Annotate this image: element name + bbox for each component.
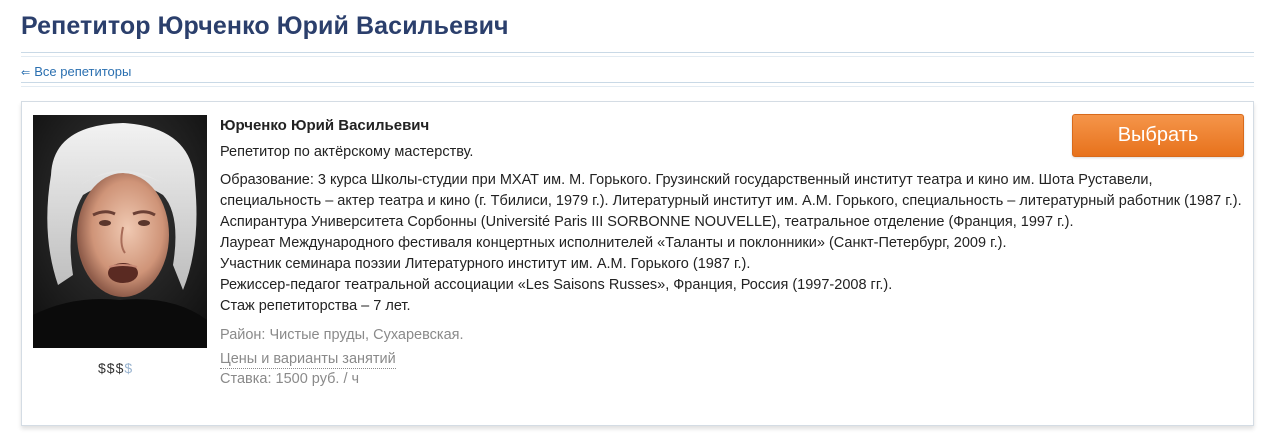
divider (21, 56, 1254, 57)
tutor-photo[interactable] (33, 115, 207, 348)
bio-director: Режиссер-педагог театральной ассоциации … (220, 277, 893, 293)
all-tutors-link[interactable]: ⇐ Все репетиторы (21, 64, 131, 79)
price-level-filled: $$$ (98, 360, 125, 376)
bio-award: Лауреат Международного фестиваля концерт… (220, 235, 1007, 251)
tutor-card: $$$$ Юрченко Юрий Васильевич Репетитор п… (21, 101, 1254, 426)
all-tutors-link-label: Все репетиторы (34, 64, 132, 79)
bio-seminar: Участник семинара поэзии Литературного и… (220, 256, 751, 272)
bio-education: Образование: 3 курса Школы-студии при МХ… (220, 172, 1242, 230)
tutor-rate: Ставка: 1500 руб. / ч (220, 371, 360, 387)
divider (21, 52, 1254, 53)
price-level-empty: $ (124, 360, 134, 376)
price-level-indicator: $$$$ (98, 360, 133, 376)
tutor-bio: Образование: 3 курса Школы-студии при МХ… (220, 170, 1250, 317)
back-arrow-icon: ⇐ (21, 67, 31, 79)
divider (21, 82, 1254, 83)
divider (21, 86, 1254, 87)
tutor-district: Район: Чистые пруды, Сухаревская. (220, 327, 464, 343)
prices-options-link[interactable]: Цены и варианты занятий (220, 350, 396, 369)
choose-button[interactable]: Выбрать (1072, 114, 1244, 157)
bio-experience: Стаж репетиторства – 7 лет. (220, 298, 411, 314)
page-title: Репетитор Юрченко Юрий Васильевич (21, 12, 509, 40)
